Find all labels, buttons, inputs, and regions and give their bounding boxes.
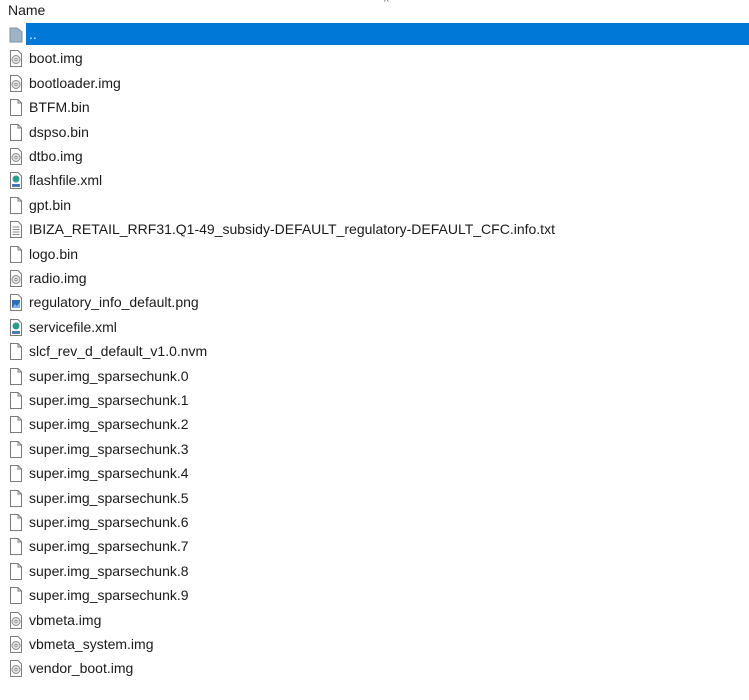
file-name: super.img_sparsechunk.0: [29, 367, 189, 384]
file-name: super.img_sparsechunk.9: [29, 587, 189, 604]
file-name: logo.bin: [29, 245, 79, 262]
file-row[interactable]: super.img_sparsechunk.4: [0, 462, 749, 485]
file-name: super.img_sparsechunk.8: [29, 562, 189, 579]
text-file-icon: [9, 221, 23, 239]
file-name: boot.img: [29, 50, 83, 67]
disc-image-icon: [9, 270, 23, 287]
file-name: IBIZA_RETAIL_RRF31.Q1-49_subsidy-DEFAULT…: [29, 221, 555, 238]
file-name: vbmeta.img: [29, 611, 102, 628]
blank-file-icon: [9, 196, 23, 214]
file-row[interactable]: flashfile.xml: [0, 169, 749, 192]
sort-up-icon: ^: [384, 0, 389, 8]
file-name: super.img_sparsechunk.5: [29, 489, 189, 506]
file-row[interactable]: super.img_sparsechunk.2: [0, 413, 749, 436]
file-row[interactable]: ..: [0, 23, 749, 46]
disc-image-icon: [9, 636, 23, 653]
file-name: super.img_sparsechunk.3: [29, 440, 189, 457]
file-row[interactable]: logo.bin: [0, 243, 749, 266]
file-name: ..: [29, 26, 37, 42]
file-row[interactable]: bootloader.img: [0, 72, 749, 95]
blank-file-icon: [9, 416, 23, 434]
blank-file-icon: [9, 587, 23, 605]
folder-up-icon: [9, 26, 23, 43]
disc-image-icon: [9, 50, 23, 68]
file-row[interactable]: gpt.bin: [0, 194, 749, 217]
file-row[interactable]: super.img_sparsechunk.6: [0, 511, 749, 534]
file-row[interactable]: vendor_boot.img: [0, 657, 749, 680]
file-name: regulatory_info_default.png: [29, 294, 199, 311]
file-name: vbmeta_system.img: [29, 636, 154, 652]
file-name: vendor_boot.img: [29, 660, 134, 677]
blank-file-icon: [9, 538, 23, 556]
file-name: super.img_sparsechunk.4: [29, 465, 189, 482]
file-row[interactable]: super.img_sparsechunk.3: [0, 438, 749, 461]
file-row[interactable]: super.img_sparsechunk.5: [0, 487, 749, 510]
blank-file-icon: [9, 392, 23, 409]
file-name: super.img_sparsechunk.2: [29, 416, 189, 433]
blank-file-icon: [9, 465, 23, 483]
xml-file-icon: [9, 318, 23, 336]
blank-file-icon: [9, 245, 23, 263]
file-name: super.img_sparsechunk.6: [29, 514, 189, 530]
file-row[interactable]: IBIZA_RETAIL_RRF31.Q1-49_subsidy-DEFAULT…: [0, 218, 749, 241]
column-header-name[interactable]: Name ^: [0, 0, 749, 22]
file-name: bootloader.img: [29, 74, 121, 91]
file-row[interactable]: radio.img: [0, 267, 749, 290]
blank-file-icon: [9, 343, 23, 361]
blank-file-icon: [9, 514, 23, 531]
blank-file-icon: [9, 562, 23, 580]
file-list-pane: Name ^ .. boot.img bootloader.img BTFM.bin d…: [0, 0, 749, 700]
file-row[interactable]: vbmeta_system.img: [0, 633, 749, 656]
file-name: super.img_sparsechunk.1: [29, 392, 189, 408]
column-header-label: Name: [8, 2, 46, 18]
file-row[interactable]: BTFM.bin: [0, 96, 749, 119]
blank-file-icon: [9, 99, 23, 117]
file-name: super.img_sparsechunk.7: [29, 538, 189, 555]
disc-image-icon: [9, 611, 23, 629]
file-row[interactable]: regulatory_info_default.png: [0, 291, 749, 314]
file-name: gpt.bin: [29, 196, 72, 213]
file-row[interactable]: slcf_rev_d_default_v1.0.nvm: [0, 340, 749, 363]
file-name: slcf_rev_d_default_v1.0.nvm: [29, 343, 208, 360]
file-row[interactable]: dtbo.img: [0, 145, 749, 168]
disc-image-icon: [9, 148, 23, 165]
xml-file-icon: [9, 172, 23, 190]
blank-file-icon: [9, 367, 23, 385]
file-name: dtbo.img: [29, 148, 83, 164]
file-row[interactable]: super.img_sparsechunk.1: [0, 389, 749, 412]
blank-file-icon: [9, 489, 23, 507]
file-row[interactable]: vbmeta.img: [0, 609, 749, 632]
image-file-icon: [9, 294, 23, 312]
file-row[interactable]: super.img_sparsechunk.0: [0, 365, 749, 388]
file-row[interactable]: servicefile.xml: [0, 316, 749, 339]
disc-image-icon: [9, 660, 23, 678]
file-name: dspso.bin: [29, 123, 89, 140]
blank-file-icon: [9, 123, 23, 141]
blank-file-icon: [9, 440, 23, 458]
disc-image-icon: [9, 74, 23, 92]
file-name: radio.img: [29, 270, 87, 286]
file-row[interactable]: dspso.bin: [0, 121, 749, 144]
file-name: servicefile.xml: [29, 318, 117, 335]
file-row[interactable]: super.img_sparsechunk.7: [0, 535, 749, 558]
file-row[interactable]: super.img_sparsechunk.9: [0, 584, 749, 607]
file-name: BTFM.bin: [29, 99, 90, 116]
file-name: flashfile.xml: [29, 172, 103, 189]
file-row[interactable]: super.img_sparsechunk.8: [0, 560, 749, 583]
file-row[interactable]: boot.img: [0, 47, 749, 70]
selection-highlight: [26, 23, 749, 45]
